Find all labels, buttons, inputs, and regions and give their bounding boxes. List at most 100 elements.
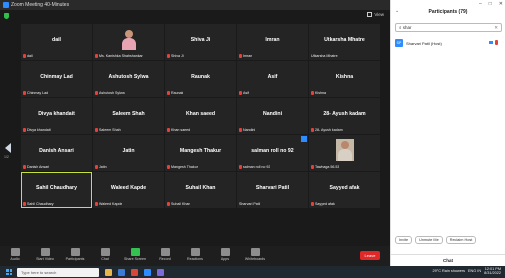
minimize-icon[interactable]: – bbox=[479, 1, 482, 7]
participant-display-name: Chinmay Lad bbox=[40, 74, 73, 80]
participant-tile[interactable]: Raunak Raunak bbox=[165, 61, 236, 97]
participant-tile[interactable]: Jatin Jatin bbox=[93, 135, 164, 171]
participant-label-text: Divya khandait bbox=[27, 128, 51, 132]
video-off-icon[interactable] bbox=[489, 41, 493, 44]
apps-button[interactable]: Apps bbox=[210, 248, 240, 261]
participant-photo bbox=[120, 28, 138, 50]
participant-name-label: Waleed Kapde bbox=[95, 202, 122, 206]
chat-button[interactable]: Chat bbox=[90, 248, 120, 261]
participant-search-input[interactable]: ⌕ shar ✕ bbox=[395, 23, 502, 32]
mic-muted-icon bbox=[167, 128, 170, 132]
toolbar-label: Apps bbox=[220, 257, 230, 261]
maximize-icon[interactable]: □ bbox=[489, 1, 492, 7]
participant-tile[interactable]: Waleed Kapde Waleed Kapde bbox=[93, 172, 164, 208]
participant-tile[interactable]: Ms. Kanishka Shahshankar bbox=[93, 24, 164, 60]
participant-tile[interactable]: 28- Ayush kadam 28- Ayush kadam bbox=[309, 98, 380, 134]
toolbar-items: Audio Start Video Participants Chat Share Sc… bbox=[0, 248, 270, 261]
participant-name-label: Khan saeed bbox=[167, 128, 190, 132]
video-button[interactable]: Start Video bbox=[30, 248, 60, 261]
prev-page-arrow-icon[interactable] bbox=[5, 143, 11, 153]
participant-label-text: Khan saeed bbox=[171, 128, 191, 132]
invite-button[interactable]: Invite bbox=[395, 236, 413, 244]
participant-tile[interactable]: Chinmay Lad Chinmay Lad bbox=[21, 61, 92, 97]
windows-start-icon[interactable] bbox=[6, 269, 12, 275]
participant-tile[interactable]: salman roll no 92 salman roll no 92 bbox=[237, 135, 308, 171]
participant-tile[interactable]: Suhail Khan Suhail Khan bbox=[165, 172, 236, 208]
mic-muted-icon bbox=[239, 54, 242, 58]
participant-tile[interactable]: Utkarsha Mhatre Utkarsha Mhatre bbox=[309, 24, 380, 60]
participant-name-label: Utkarsha Mhatre bbox=[311, 54, 338, 58]
edge-icon[interactable] bbox=[118, 268, 125, 276]
windows-taskbar: Type here to search 29°C Rain showers EN… bbox=[0, 266, 505, 278]
whiteboard-button[interactable]: Whiteboards bbox=[240, 248, 270, 261]
mic-muted-icon bbox=[311, 165, 314, 169]
participant-tile[interactable]: dail dail bbox=[21, 24, 92, 60]
zoom-taskbar-icon[interactable] bbox=[144, 268, 151, 276]
participant-name-label: Imran bbox=[239, 54, 252, 58]
view-button[interactable]: View bbox=[367, 12, 384, 17]
participant-tile[interactable]: Shiva Ji Shiva Ji bbox=[165, 24, 236, 60]
chat-header[interactable]: Chat bbox=[391, 254, 505, 266]
participant-name-label: Chinmay Lad bbox=[23, 91, 48, 95]
participant-label-text: Tawhaga 56.53 bbox=[315, 165, 340, 169]
panel-title: Participants (79) bbox=[428, 9, 468, 15]
language-indicator[interactable]: ENG IN bbox=[468, 269, 481, 273]
participant-label-text: Imran bbox=[243, 54, 253, 58]
raised-hand-icon bbox=[301, 136, 307, 142]
whiteboard-icon bbox=[250, 248, 260, 256]
mic-muted-icon bbox=[167, 165, 170, 169]
app-icon[interactable] bbox=[157, 268, 164, 276]
participant-tile[interactable]: Mangesh Thakur Mangesh Thakur bbox=[165, 135, 236, 171]
reclaim-host-button[interactable]: Reclaim Host bbox=[445, 236, 477, 244]
participant-label-text: salman roll no 92 bbox=[243, 165, 271, 169]
clock[interactable]: 12:01 PM 8/31/2022 bbox=[484, 267, 501, 275]
share-screen-button[interactable]: Share Screen bbox=[120, 248, 150, 261]
participant-label-text: Utkarsha Mhatre bbox=[311, 54, 338, 58]
toolbar-label: Start Video bbox=[36, 257, 54, 261]
taskbar-search-input[interactable]: Type here to search bbox=[17, 267, 99, 277]
system-tray: 29°C Rain showers ENG IN 12:01 PM 8/31/2… bbox=[432, 267, 501, 275]
participant-tile[interactable]: Sahil Chaudhary Sahil Chaudhary bbox=[21, 172, 92, 208]
file-explorer-icon[interactable] bbox=[105, 268, 112, 276]
participant-tile[interactable]: Imran Imran bbox=[237, 24, 308, 60]
mic-muted-icon[interactable] bbox=[495, 40, 498, 45]
participant-row[interactable]: SP Sharvari Patil (Host) bbox=[395, 38, 502, 48]
window-title: Zoom Meeting 40-Minutes bbox=[11, 2, 70, 8]
participant-display-name: Nandini bbox=[262, 111, 283, 117]
chrome-icon[interactable] bbox=[131, 268, 138, 276]
participant-tile[interactable]: Khan saeed Khan saeed bbox=[165, 98, 236, 134]
participant-name-label: Jatin bbox=[95, 165, 107, 169]
page-indicator-left: 1/2 bbox=[4, 155, 9, 159]
reactions-button[interactable]: Reactions bbox=[180, 248, 210, 261]
participant-tile[interactable]: Danish Ansari Danish Ansari bbox=[21, 135, 92, 171]
participant-display-name: Utkarsha Mhatre bbox=[324, 37, 365, 43]
participants-button[interactable]: Participants bbox=[60, 248, 90, 261]
participant-tile[interactable]: Tawhaga 56.53 bbox=[309, 135, 380, 171]
mic-muted-icon bbox=[239, 128, 242, 132]
close-icon[interactable]: ✕ bbox=[499, 1, 503, 7]
meeting-area: View 1/2 2/2 daildailMs. Kanishka Shahsh… bbox=[0, 10, 390, 246]
participant-tile[interactable]: Kishna Kishna bbox=[309, 61, 380, 97]
participant-label-text: Ashutosh Sylwa bbox=[99, 91, 125, 95]
record-button[interactable]: Record bbox=[150, 248, 180, 261]
participant-name-label: Shiva Ji bbox=[167, 54, 184, 58]
participant-tile[interactable]: Saleem Shah Saleem Shah bbox=[93, 98, 164, 134]
security-shield-icon[interactable] bbox=[4, 13, 9, 19]
participant-tile[interactable]: Sayyed afak Sayyed afak bbox=[309, 172, 380, 208]
participant-tile[interactable]: Nandini Nandini bbox=[237, 98, 308, 134]
participant-label-text: Jatin bbox=[99, 165, 107, 169]
mic-muted-icon bbox=[23, 128, 26, 132]
leave-button[interactable]: Leave bbox=[360, 251, 380, 260]
participant-tile[interactable]: Ashutosh Sylwa Ashutosh Sylwa bbox=[93, 61, 164, 97]
clear-search-icon[interactable]: ✕ bbox=[494, 24, 498, 31]
mic-button[interactable]: Audio bbox=[0, 248, 30, 261]
participant-name-label: Saleem Shah bbox=[95, 128, 121, 132]
participant-tile[interactable]: Asif Asif bbox=[237, 61, 308, 97]
participant-name-label: Mangesh Thakur bbox=[167, 165, 198, 169]
weather-text[interactable]: 29°C Rain showers bbox=[432, 269, 465, 273]
unmute-me-button[interactable]: Unmute Me bbox=[415, 236, 443, 244]
participant-name-label: 28- Ayush kadam bbox=[311, 128, 343, 132]
participant-tile[interactable]: Divya khandait Divya khandait bbox=[21, 98, 92, 134]
participant-display-name: Ashutosh Sylwa bbox=[108, 74, 149, 80]
participant-tile[interactable]: Sharvari Patil Sharvari Patil bbox=[237, 172, 308, 208]
